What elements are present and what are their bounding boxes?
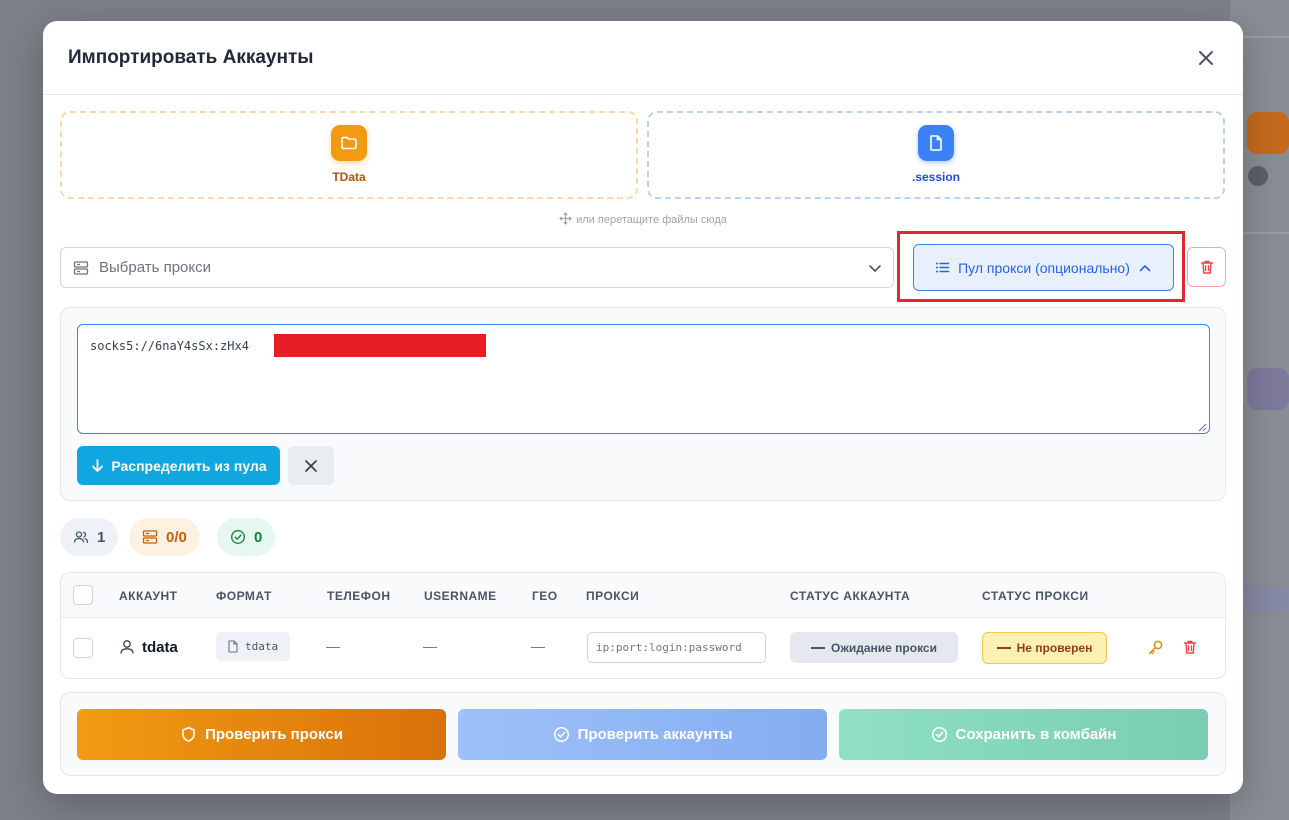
- users-icon: [73, 531, 89, 544]
- accounts-table: АККАУНТ ФОРМАТ ТЕЛЕФОН USERNAME ГЕО ПРОК…: [60, 572, 1226, 679]
- select-all-checkbox[interactable]: [73, 585, 93, 605]
- check-circle-icon: [231, 530, 245, 544]
- move-icon: [559, 212, 572, 225]
- background-divider: [1240, 232, 1289, 234]
- import-accounts-modal: Импортировать Аккаунты TData .session ил…: [43, 21, 1243, 794]
- server-icon: [142, 530, 158, 544]
- phone-cell: —: [326, 638, 340, 654]
- resize-grip-icon: [1198, 423, 1207, 432]
- check-circle-icon: [553, 726, 569, 743]
- background-divider: [1240, 36, 1289, 38]
- drag-hint: или перетащите файлы сюда: [43, 212, 1243, 226]
- username-cell: —: [423, 638, 437, 654]
- header-proxy: ПРОКСИ: [586, 589, 640, 603]
- proxies-count: 0/0: [166, 528, 187, 546]
- proxy-pool-panel: socks5://6naY4sSx:zHx4 Распределить из п…: [60, 307, 1226, 501]
- row-checkbox[interactable]: [73, 638, 93, 658]
- proxy-pool-toggle-button[interactable]: Пул прокси (опционально): [913, 244, 1174, 291]
- header-username: USERNAME: [424, 589, 497, 603]
- proxy-select-placeholder: Выбрать прокси: [99, 259, 212, 276]
- close-pool-button[interactable]: [288, 446, 334, 485]
- check-accounts-label: Проверить аккаунты: [577, 726, 733, 743]
- action-footer: Проверить прокси Проверить аккаунты Сохр…: [60, 692, 1226, 776]
- trash-icon: [1200, 260, 1213, 274]
- proxy-status-badge: Не проверен: [982, 632, 1107, 664]
- redaction-bar: [274, 334, 486, 357]
- distribute-from-pool-button[interactable]: Распределить из пула: [77, 446, 280, 485]
- valid-count-badge: 0: [217, 518, 276, 556]
- account-cell: tdata: [118, 638, 178, 656]
- arrow-down-icon: [92, 459, 104, 472]
- header-phone: ТЕЛЕФОН: [327, 589, 391, 603]
- session-dropzone[interactable]: .session: [647, 111, 1225, 199]
- background-tile: [1247, 112, 1289, 154]
- trash-icon[interactable]: [1182, 639, 1198, 655]
- background-tile: [1247, 368, 1289, 410]
- folder-icon: [331, 125, 367, 161]
- accounts-count-badge: 1: [60, 518, 119, 556]
- distribute-label: Распределить из пула: [111, 457, 267, 474]
- session-label: .session: [911, 170, 961, 184]
- accounts-count: 1: [97, 528, 106, 546]
- proxy-select[interactable]: Выбрать прокси: [60, 247, 894, 288]
- geo-cell: —: [531, 638, 545, 654]
- file-icon: [918, 125, 954, 161]
- check-proxy-button[interactable]: Проверить прокси: [77, 709, 446, 760]
- header-format: ФОРМАТ: [216, 589, 272, 603]
- modal-header: Импортировать Аккаунты: [43, 21, 1243, 95]
- table-row: tdata tdata — — — Ожидание прокси Не про…: [61, 618, 1225, 678]
- proxy-pool-textarea[interactable]: socks5://6naY4sSx:zHx4: [77, 324, 1210, 434]
- drag-hint-text: или перетащите файлы сюда: [576, 214, 727, 226]
- save-label: Сохранить в комбайн: [955, 726, 1117, 743]
- proxy-status-text: Не проверен: [1016, 641, 1093, 655]
- account-status-badge: Ожидание прокси: [790, 632, 958, 663]
- list-icon: [936, 262, 950, 273]
- account-name: tdata: [142, 638, 178, 656]
- background-dot: [1248, 166, 1268, 186]
- check-accounts-button[interactable]: Проверить аккаунты: [458, 709, 827, 760]
- close-icon: [305, 459, 317, 472]
- proxy-pool-label: Пул прокси (опционально): [958, 259, 1130, 276]
- table-header: АККАУНТ ФОРМАТ ТЕЛЕФОН USERNAME ГЕО ПРОК…: [61, 573, 1225, 618]
- clear-proxy-button[interactable]: [1187, 247, 1226, 287]
- close-button[interactable]: [1195, 47, 1217, 69]
- server-icon: [73, 260, 89, 275]
- account-status-text: Ожидание прокси: [831, 640, 937, 655]
- header-proxy-status: СТАТУС ПРОКСИ: [982, 589, 1089, 603]
- tdata-dropzone[interactable]: TData: [60, 111, 638, 199]
- status-dash: [996, 647, 1011, 649]
- key-icon[interactable]: [1147, 639, 1164, 656]
- shield-icon: [182, 727, 195, 742]
- check-circle-icon: [931, 726, 947, 743]
- user-icon: [120, 640, 134, 654]
- check-proxy-label: Проверить прокси: [205, 726, 343, 743]
- chevron-up-icon: [1139, 264, 1151, 271]
- row-proxy-input[interactable]: [587, 632, 766, 663]
- header-account: АККАУНТ: [119, 589, 178, 603]
- header-geo: ГЕО: [532, 589, 558, 603]
- tdata-label: TData: [332, 170, 366, 184]
- modal-title: Импортировать Аккаунты: [68, 47, 314, 68]
- proxies-count-badge: 0/0: [129, 518, 200, 556]
- chevron-down-icon: [869, 265, 881, 272]
- close-icon: [1199, 51, 1213, 65]
- background-band: [1240, 586, 1289, 612]
- format-value: tdata: [245, 640, 279, 653]
- file-icon: [228, 640, 238, 653]
- status-dash: [811, 646, 826, 649]
- valid-count: 0: [254, 528, 263, 546]
- format-badge: tdata: [216, 632, 291, 661]
- save-to-combine-button[interactable]: Сохранить в комбайн: [839, 709, 1208, 760]
- header-account-status: СТАТУС АККАУНТА: [790, 589, 911, 603]
